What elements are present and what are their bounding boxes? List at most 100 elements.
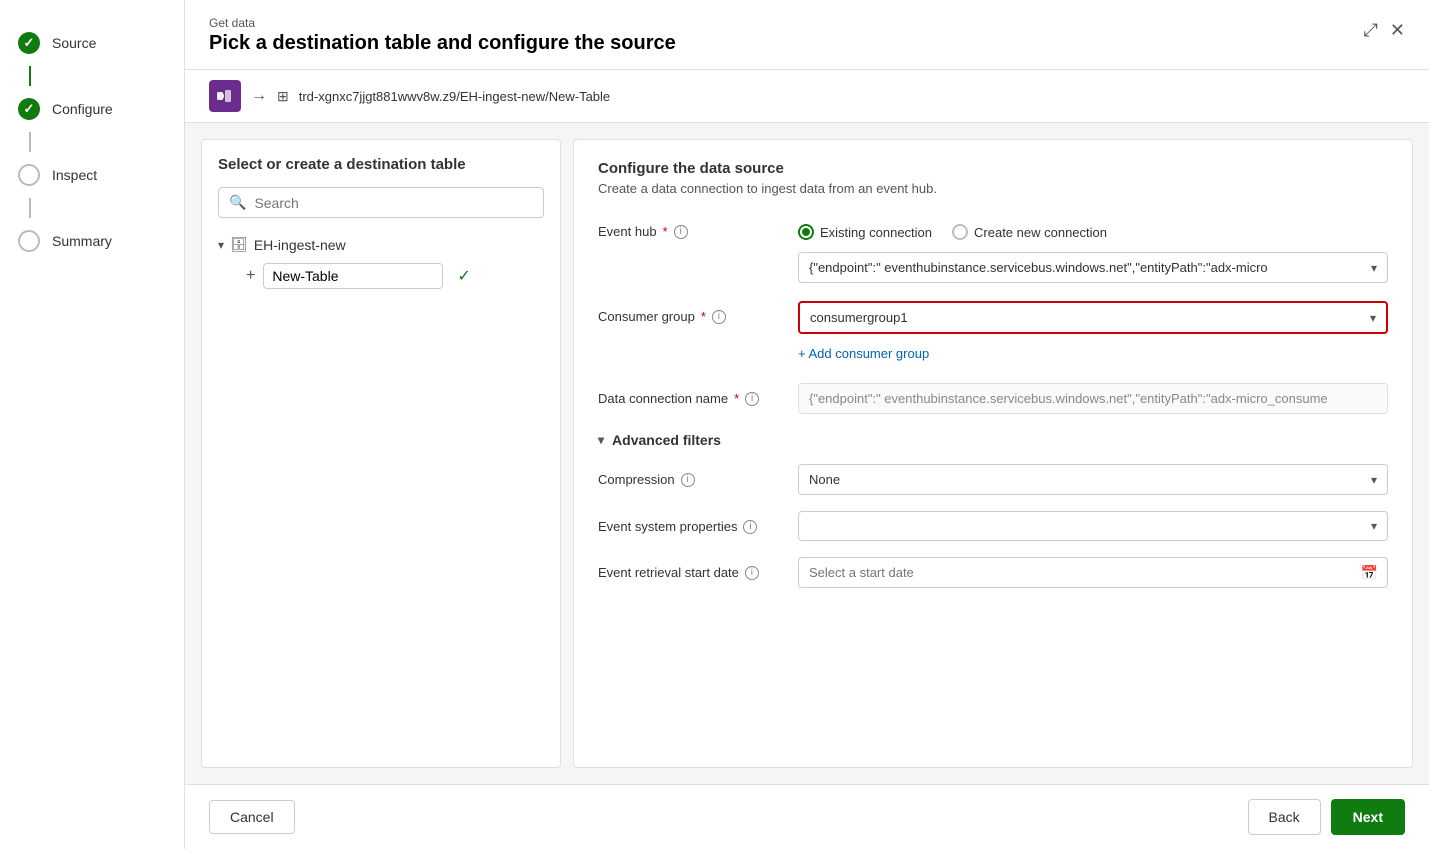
sidebar-item-summary[interactable]: Summary — [0, 218, 184, 264]
event-retrieval-start-date-row: Event retrieval start date i 📅 — [598, 557, 1388, 588]
event-system-properties-info-icon[interactable]: i — [743, 520, 757, 534]
add-table-icon[interactable]: + — [246, 267, 255, 285]
dialog-header-left: Get data Pick a destination table and co… — [209, 16, 676, 55]
event-system-properties-row: Event system properties i ▾ — [598, 511, 1388, 541]
sidebar: ✓ Source ✓ Configure Inspect Summary — [0, 0, 185, 849]
connector-1 — [29, 66, 31, 86]
dialog-title: Pick a destination table and configure t… — [209, 32, 676, 55]
config-subtitle: Create a data connection to ingest data … — [598, 181, 1388, 196]
footer-left: Cancel — [209, 800, 295, 834]
sidebar-item-configure[interactable]: ✓ Configure — [0, 86, 184, 132]
search-box[interactable]: 🔍 — [218, 187, 544, 218]
compression-value: None — [809, 472, 1371, 487]
search-input[interactable] — [254, 195, 533, 211]
table-icon: ⊞ — [277, 88, 289, 105]
sidebar-label-inspect: Inspect — [52, 167, 97, 183]
step-circle-configure: ✓ — [18, 98, 40, 120]
event-retrieval-start-date-control: 📅 — [798, 557, 1388, 588]
db-icon: 🗄 — [230, 236, 248, 253]
tree-expand-icon[interactable]: ▾ — [218, 238, 224, 252]
calendar-icon: 📅 — [1361, 564, 1378, 581]
config-title: Configure the data source — [598, 160, 1388, 177]
connection-dropdown[interactable]: {"endpoint":" eventhubinstance.servicebu… — [798, 252, 1388, 283]
event-hub-row: Event hub * i Existing connection — [598, 216, 1388, 283]
connector-3 — [29, 198, 31, 218]
required-star-2: * — [701, 309, 706, 324]
main-content: Get data Pick a destination table and co… — [185, 0, 1429, 849]
connector-2 — [29, 132, 31, 152]
create-new-radio-circle[interactable] — [952, 224, 968, 240]
event-system-properties-control: ▾ — [798, 511, 1388, 541]
step-circle-inspect — [18, 164, 40, 186]
panels-row: Select or create a destination table 🔍 ▾… — [185, 123, 1429, 784]
consumer-group-chevron-icon: ▾ — [1370, 311, 1376, 325]
dialog-header-actions: ⤢ ✕ — [1364, 20, 1406, 41]
event-hub-icon — [209, 80, 241, 112]
sidebar-label-summary: Summary — [52, 233, 112, 249]
consumer-group-value: consumergroup1 — [810, 310, 1370, 325]
left-panel: Select or create a destination table 🔍 ▾… — [201, 139, 561, 768]
search-icon: 🔍 — [229, 194, 246, 211]
compression-dropdown[interactable]: None ▾ — [798, 464, 1388, 495]
step-circle-source: ✓ — [18, 32, 40, 54]
sidebar-item-inspect[interactable]: Inspect — [0, 152, 184, 198]
compression-control: None ▾ — [798, 464, 1388, 495]
consumer-group-control: consumergroup1 ▾ + Add consumer group — [798, 301, 1388, 365]
new-table-input[interactable] — [263, 263, 443, 289]
dialog-header: Get data Pick a destination table and co… — [185, 0, 1429, 70]
data-connection-name-value: {"endpoint":" eventhubinstance.servicebu… — [798, 383, 1388, 414]
left-panel-title: Select or create a destination table — [218, 156, 544, 173]
start-date-input[interactable] — [798, 557, 1388, 588]
event-hub-control: Existing connection Create new connectio… — [798, 216, 1388, 283]
tree-db-label: EH-ingest-new — [254, 237, 346, 253]
compression-info-icon[interactable]: i — [681, 473, 695, 487]
connection-value: {"endpoint":" eventhubinstance.servicebu… — [809, 260, 1371, 275]
data-connection-name-label: Data connection name * i — [598, 383, 798, 406]
date-input-wrapper: 📅 — [798, 557, 1388, 588]
required-star-1: * — [663, 224, 668, 239]
back-button[interactable]: Back — [1248, 799, 1321, 835]
event-system-properties-chevron-icon: ▾ — [1371, 519, 1377, 533]
cancel-button[interactable]: Cancel — [209, 800, 295, 834]
close-button[interactable]: ✕ — [1390, 20, 1405, 41]
event-hub-label: Event hub * i — [598, 216, 798, 239]
get-data-label: Get data — [209, 16, 676, 30]
event-retrieval-info-icon[interactable]: i — [745, 566, 759, 580]
sidebar-item-source[interactable]: ✓ Source — [0, 20, 184, 66]
data-connection-info-icon[interactable]: i — [745, 392, 759, 406]
connection-chevron-icon: ▾ — [1371, 261, 1377, 275]
data-connection-name-control: {"endpoint":" eventhubinstance.servicebu… — [798, 383, 1388, 414]
consumer-group-info-icon[interactable]: i — [712, 310, 726, 324]
advanced-filters-header[interactable]: ▾ Advanced filters — [598, 432, 1388, 448]
footer-right: Back Next — [1248, 799, 1405, 835]
sidebar-label-source: Source — [52, 35, 96, 51]
dialog-footer: Cancel Back Next — [185, 784, 1429, 849]
data-connection-name-row: Data connection name * i {"endpoint":" e… — [598, 383, 1388, 414]
breadcrumb-bar: → ⊞ trd-xgnxc7jjgt881wwv8w.z9/EH-ingest-… — [185, 70, 1429, 123]
event-system-properties-dropdown[interactable]: ▾ — [798, 511, 1388, 541]
add-consumer-group-button[interactable]: + Add consumer group — [798, 342, 929, 365]
advanced-filters-chevron-icon: ▾ — [598, 433, 604, 447]
consumer-group-row: Consumer group * i consumergroup1 ▾ + Ad… — [598, 301, 1388, 365]
radio-group: Existing connection Create new connectio… — [798, 216, 1388, 240]
sidebar-label-configure: Configure — [52, 101, 113, 117]
breadcrumb-path: trd-xgnxc7jjgt881wwv8w.z9/EH-ingest-new/… — [299, 89, 610, 104]
compression-label: Compression i — [598, 464, 798, 487]
consumer-group-label: Consumer group * i — [598, 301, 798, 324]
step-circle-summary — [18, 230, 40, 252]
event-system-properties-label: Event system properties i — [598, 511, 798, 534]
advanced-filters-label: Advanced filters — [612, 432, 721, 448]
required-star-3: * — [734, 391, 739, 406]
compression-row: Compression i None ▾ — [598, 464, 1388, 495]
tree-child: + ✓ — [246, 263, 544, 289]
create-new-connection-option[interactable]: Create new connection — [952, 224, 1107, 240]
compression-chevron-icon: ▾ — [1371, 473, 1377, 487]
existing-connection-option[interactable]: Existing connection — [798, 224, 932, 240]
create-new-connection-label: Create new connection — [974, 225, 1107, 240]
tree-check-icon[interactable]: ✓ — [457, 266, 470, 286]
event-hub-info-icon[interactable]: i — [674, 225, 688, 239]
expand-button[interactable]: ⤢ — [1364, 20, 1378, 41]
next-button[interactable]: Next — [1331, 799, 1405, 835]
consumer-group-dropdown[interactable]: consumergroup1 ▾ — [798, 301, 1388, 334]
existing-radio-circle[interactable] — [798, 224, 814, 240]
